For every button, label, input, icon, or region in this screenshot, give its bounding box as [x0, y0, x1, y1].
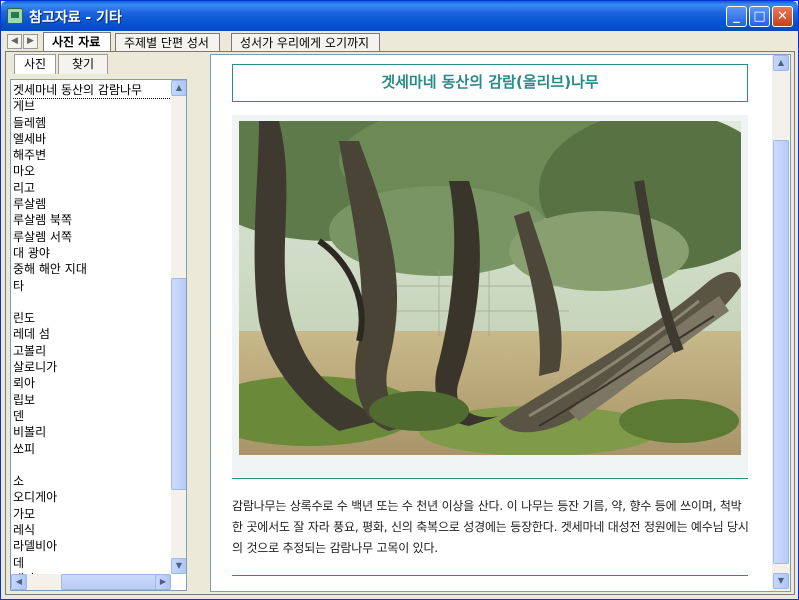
scroll-left-button[interactable]: ◀: [11, 574, 27, 590]
list-item[interactable]: 소: [13, 473, 171, 489]
minimize-button[interactable]: _: [726, 6, 747, 27]
list-item[interactable]: 겟세마네 동산의 감람나무: [13, 82, 171, 100]
article-caption: 감람나무는 상록수로 수 백년 또는 수 천년 이상을 산다. 이 나무는 등잔…: [232, 499, 749, 555]
chevron-down-icon: ▼: [175, 561, 183, 570]
title-bar[interactable]: 참고자료 - 기타 _ □ ✕: [1, 1, 798, 31]
content-scroll-up-button[interactable]: ▲: [773, 55, 789, 71]
content-scroll-thumb[interactable]: [773, 140, 789, 564]
chevron-down-icon: ▼: [777, 576, 785, 585]
photo-frame: [232, 115, 748, 477]
maximize-button[interactable]: □: [749, 6, 770, 27]
list-item[interactable]: 비볼리: [13, 424, 171, 440]
list-item[interactable]: 들레헴: [13, 115, 171, 131]
list-item[interactable]: 린도: [13, 310, 171, 326]
list-item[interactable]: 루살렘 북쪽: [13, 212, 171, 228]
list-item[interactable]: 게브: [13, 98, 171, 114]
side-tab-search[interactable]: 찾기: [58, 54, 108, 74]
tab-bible-history[interactable]: 성서가 우리에게 오기까지: [231, 33, 381, 52]
close-icon: ✕: [777, 9, 788, 24]
place-list: 겟세마네 동산의 감람나무 게브 들레헴 엘세바 해주변 마오 리고 루살렘 루살렘 북쪽 루살렘…: [13, 82, 171, 574]
content-vertical-scrollbar[interactable]: ▲ ▼: [772, 55, 790, 591]
divider-bottom: [232, 575, 748, 576]
list-item[interactable]: 데: [13, 555, 171, 571]
scroll-up-button[interactable]: ▲: [171, 80, 186, 96]
list-vertical-scrollbar[interactable]: ▲ ▼: [171, 80, 186, 574]
app-icon: [7, 8, 23, 24]
olive-tree-photo: [239, 121, 741, 455]
content-panel: 겟세마네 동산의 감람(올리브)나무 감람나무는 상록수로 수 백년 또는 수 …: [210, 54, 791, 592]
left-panel: 사진 찾기 겟세마네 동산의 감람나무 게브 들레헴 엘세바 해주변 마오 리고 루살렘 루살렘…: [10, 54, 187, 592]
list-item[interactable]: 루살렘 서쪽: [13, 229, 171, 245]
list-item[interactable]: [13, 294, 171, 310]
side-tab-photos[interactable]: 사진: [14, 54, 56, 74]
list-item[interactable]: 가모: [13, 506, 171, 522]
list-horizontal-scrollbar[interactable]: ◀ ▶: [11, 574, 171, 590]
scroll-thumb[interactable]: [171, 278, 186, 490]
list-item[interactable]: 리고: [13, 180, 171, 196]
list-item[interactable]: 엘세바: [13, 131, 171, 147]
list-item[interactable]: 고볼리: [13, 343, 171, 359]
list-item[interactable]: 쏘피: [13, 441, 171, 457]
list-item[interactable]: 대 광야: [13, 245, 171, 261]
list-item[interactable]: 뢰아: [13, 375, 171, 391]
chevron-left-icon: ◀: [11, 36, 18, 46]
close-button[interactable]: ✕: [772, 6, 793, 27]
scroll-right-button[interactable]: ▶: [155, 574, 171, 590]
chevron-up-icon: ▲: [175, 83, 183, 92]
chevron-up-icon: ▲: [777, 58, 785, 67]
tab-topical-bible[interactable]: 주제별 단편 성서: [115, 33, 220, 52]
tab-photos[interactable]: 사진 자료: [43, 32, 112, 52]
scroll-down-button[interactable]: ▼: [171, 558, 186, 574]
window-title: 참고자료 - 기타: [29, 10, 122, 26]
place-list-box: 겟세마네 동산의 감람나무 게브 들레헴 엘세바 해주변 마오 리고 루살렘 루살렘 북쪽 루살렘…: [10, 79, 187, 591]
article-title: 겟세마네 동산의 감람(올리브)나무: [232, 64, 748, 102]
scroll-thumb-horizontal[interactable]: [61, 574, 163, 590]
list-item[interactable]: 덴: [13, 408, 171, 424]
list-item[interactable]: 루살렘: [13, 196, 171, 212]
list-item[interactable]: 오디게아: [13, 489, 171, 505]
list-item[interactable]: 살로니가: [13, 359, 171, 375]
main-frame: 사진 찾기 겟세마네 동산의 감람나무 게브 들레헴 엘세바 해주변 마오 리고 루살렘 루살렘…: [5, 51, 795, 595]
content-scroll-down-button[interactable]: ▼: [773, 573, 789, 589]
maximize-icon: □: [753, 9, 766, 24]
list-item[interactable]: 해주변: [13, 147, 171, 163]
article: 겟세마네 동산의 감람(올리브)나무 감람나무는 상록수로 수 백년 또는 수 …: [211, 55, 772, 591]
minimize-icon: _: [733, 9, 740, 24]
divider-top: [232, 478, 748, 479]
list-item[interactable]: 마오: [13, 163, 171, 179]
chevron-right-icon: ▶: [27, 36, 34, 46]
list-item[interactable]: 립보: [13, 392, 171, 408]
chevron-left-icon: ◀: [15, 577, 23, 586]
list-item[interactable]: 타: [13, 278, 171, 294]
list-item[interactable]: 라델비아: [13, 538, 171, 554]
app-window: 참고자료 - 기타 _ □ ✕ ◀ ▶ 사진 자료 주제별 단편 성서 성서가 …: [0, 0, 799, 600]
tab-scroll-left-button[interactable]: ◀: [7, 34, 22, 49]
list-item[interactable]: [13, 457, 171, 473]
list-item[interactable]: 레데 섬: [13, 326, 171, 342]
list-item[interactable]: 중해 해안 지대: [13, 261, 171, 277]
chevron-right-icon: ▶: [159, 577, 167, 586]
tab-scroll-right-button[interactable]: ▶: [23, 34, 38, 49]
tab-strip: ◀ ▶ 사진 자료 주제별 단편 성서 성서가 우리에게 오기까지: [5, 32, 795, 52]
list-item[interactable]: 레식: [13, 522, 171, 538]
